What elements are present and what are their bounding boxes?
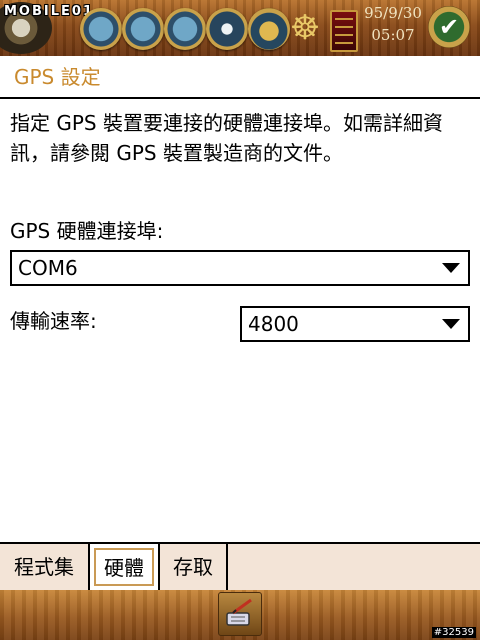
ship-wheel-icon[interactable]: ☸	[287, 10, 323, 46]
status-bar: MOBILE01 ☸ 95/9/30 05:07 ✔	[0, 0, 480, 56]
baud-select[interactable]: 4800	[240, 306, 470, 342]
ok-check-icon[interactable]: ✔	[428, 6, 470, 48]
signal-porthole-icon[interactable]	[206, 8, 248, 50]
port-select[interactable]: COM6	[10, 250, 470, 286]
date-text: 95/9/30	[364, 4, 422, 22]
dropdown-arrow-icon[interactable]	[442, 263, 460, 273]
menu-bar: #32539	[0, 590, 480, 640]
time-text: 05:07	[371, 26, 415, 44]
baud-select-value: 4800	[248, 312, 299, 336]
page-title: GPS 設定	[14, 65, 101, 89]
baud-label: 傳輸速率:	[10, 309, 97, 333]
description-text: 指定 GPS 裝置要連接的硬體連接埠。如需詳細資訊，請參閱 GPS 裝置製造商的…	[10, 111, 443, 165]
dropdown-arrow-icon[interactable]	[442, 319, 460, 329]
logo-text: MOBILE01	[4, 4, 94, 19]
port-label: GPS 硬體連接埠:	[10, 219, 164, 243]
title-divider	[0, 97, 480, 99]
sailboat-porthole-icon[interactable]	[122, 8, 164, 50]
tab-bar: 程式集 硬體 存取	[0, 542, 480, 590]
port-select-value: COM6	[18, 256, 78, 280]
clock[interactable]: 95/9/30 05:07	[362, 2, 424, 52]
battery-icon[interactable]	[330, 10, 358, 52]
tab-hardware-label: 硬體	[94, 548, 154, 586]
tab-programs[interactable]: 程式集	[0, 544, 90, 590]
image-id-label: #32539	[431, 627, 476, 638]
tab-access[interactable]: 存取	[160, 544, 228, 590]
globe-porthole-icon[interactable]	[164, 8, 206, 50]
tab-hardware[interactable]: 硬體	[90, 544, 160, 590]
ship-porthole-icon[interactable]	[80, 8, 122, 50]
bell-porthole-icon[interactable]	[248, 8, 290, 50]
keyboard-pen-icon[interactable]	[218, 592, 262, 636]
